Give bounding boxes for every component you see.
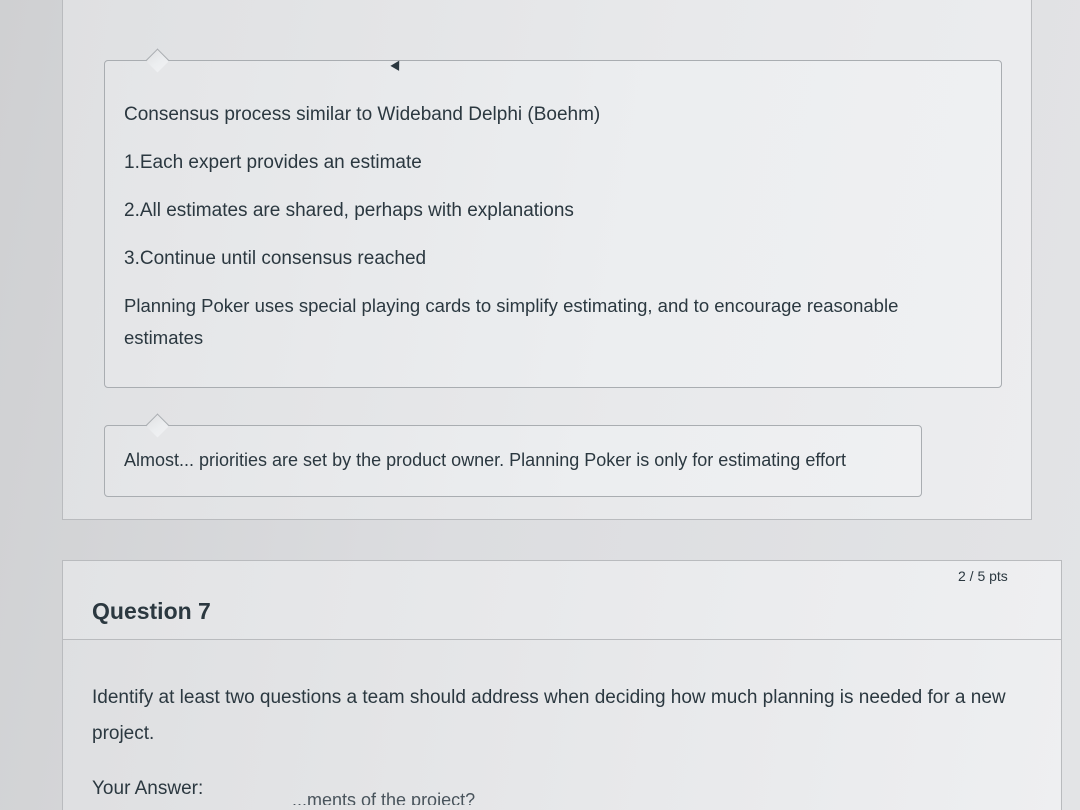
comment-line-1: Consensus process similar to Wideband De… <box>124 104 601 125</box>
comment-line-3: 2.All estimates are shared, perhaps with… <box>124 200 574 221</box>
comment-line-4: 3.Continue until consensus reached <box>124 248 427 269</box>
incorrect-comment-text: Almost... priorities are set by the prod… <box>124 450 847 470</box>
quiz-results-page: Consensus process similar to Wideband De… <box>0 0 1080 810</box>
comment-line-2: 1.Each expert provides an estimate <box>124 152 422 173</box>
question-points: 2 / 5 pts <box>958 568 1008 584</box>
comment-paragraph: Planning Poker uses special playing card… <box>124 295 899 348</box>
question-title: Question 7 <box>92 598 211 624</box>
your-answer-label: Your Answer: <box>92 778 204 799</box>
question-header <box>63 561 1061 640</box>
question-text: Identify at least two questions a team s… <box>92 687 1006 744</box>
